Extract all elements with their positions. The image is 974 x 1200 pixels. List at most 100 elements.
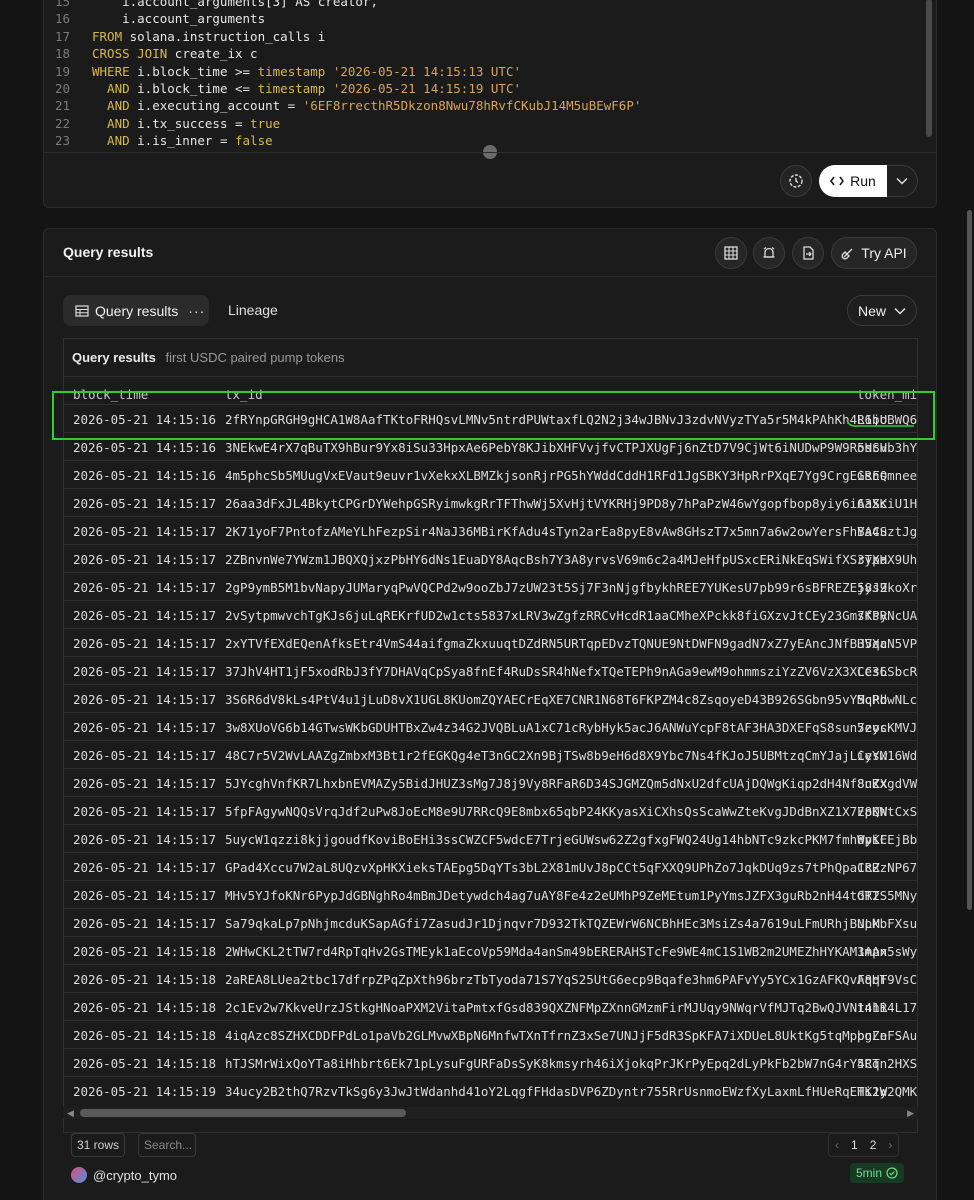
code-line: 15 i.account_arguments[3] AS creator, bbox=[44, 0, 924, 10]
cell-block-time: 2026-05-21 14:15:17 bbox=[73, 524, 216, 539]
cell-tx-id: 48C7r5V2WvLAAZgZmbxM3Bt1r2fEGKQg4eT3nGC2… bbox=[225, 748, 888, 763]
cell-tx-id: 2WHwCKL2tTW7rd4RpTqHv2GsTMEyk1aEcoVp59Md… bbox=[225, 944, 888, 959]
results-search-input[interactable]: Search... bbox=[138, 1133, 196, 1157]
table-row[interactable]: 2026-05-21 14:15:18 2c1Ev2w7KkveUrzJStkgH… bbox=[64, 992, 917, 1020]
table-icon bbox=[75, 304, 89, 317]
table-row[interactable]: 2026-05-21 14:15:17 2ZBnvnWe7YWzm1JBQXQjx… bbox=[64, 544, 917, 572]
cell-block-time: 2026-05-21 14:15:17 bbox=[73, 580, 216, 595]
table-row[interactable]: 2026-05-21 14:15:17 26aa3dFxJL4BkytCPGrDY… bbox=[64, 488, 917, 516]
table-row[interactable]: 2026-05-21 14:15:17 2vSytpmwvchTgKJs6juLq… bbox=[64, 600, 917, 628]
horizontal-scroll-thumb[interactable] bbox=[80, 1109, 406, 1117]
code-token: AND bbox=[92, 80, 138, 96]
code-token: i.is_inner = bbox=[137, 133, 235, 149]
code-token: AND bbox=[92, 133, 138, 149]
table-row[interactable]: 2026-05-21 14:15:18 4iqAzc8SZHXCDDFPdLo1p… bbox=[64, 1020, 917, 1048]
table-row[interactable]: 2026-05-21 14:15:17 48C7r5V2WvLAAZgZmbxM3… bbox=[64, 740, 917, 768]
code-token: i.tx_success = bbox=[137, 115, 251, 131]
cell-tx-id: hTJSMrWixQoYTa8iHhbrt6Ek71pLysuFgURFaDsS… bbox=[225, 1056, 880, 1071]
cell-block-time: 2026-05-21 14:15:17 bbox=[73, 888, 216, 903]
next-page-icon[interactable]: › bbox=[888, 1138, 892, 1152]
scroll-right-icon[interactable]: ▶ bbox=[907, 1108, 914, 1119]
line-number: 20 bbox=[54, 80, 70, 96]
code-token: solana.instruction_calls i bbox=[129, 28, 326, 44]
cell-block-time: 2026-05-21 14:15:17 bbox=[73, 748, 216, 763]
new-visualization-button[interactable]: New bbox=[847, 295, 917, 326]
cell-block-time: 2026-05-21 14:15:18 bbox=[73, 944, 216, 959]
export-button[interactable] bbox=[792, 237, 824, 269]
code-token: create_ix c bbox=[174, 46, 258, 62]
page-1[interactable]: 1 bbox=[851, 1138, 858, 1152]
cell-block-time: 2026-05-21 14:15:17 bbox=[73, 608, 216, 623]
cell-tx-id: 2xYTVfEXdEQenAfksEtr4VmS44aifgmaZkxuuqtD… bbox=[225, 636, 888, 651]
table-row[interactable]: 2026-05-21 14:15:18 2WHwCKL2tTW7rd4RpTqHv… bbox=[64, 936, 917, 964]
tab-query-results[interactable]: Query results ··· bbox=[63, 295, 209, 326]
chevron-down-icon bbox=[896, 177, 908, 185]
table-row[interactable]: 2026-05-21 14:15:17 2xYTVfEXdEQenAfksEtr4… bbox=[64, 628, 917, 656]
table-caption-subtitle: first USDC paired pump tokens bbox=[165, 350, 345, 365]
scroll-left-icon[interactable]: ◀ bbox=[67, 1108, 74, 1119]
cell-block-time: 2026-05-21 14:15:17 bbox=[73, 692, 216, 707]
code-text: AND i.executing_account = '6EF8rrecthR5D… bbox=[92, 97, 641, 114]
cell-block-time: 2026-05-21 14:15:17 bbox=[73, 804, 216, 819]
table-row[interactable]: 2026-05-21 14:15:18 2aREA8LUea2tbc17dfrpZ… bbox=[64, 964, 918, 992]
table-row[interactable]: 2026-05-21 14:15:17 3S6R6dV8kLs4PtV4u1jLu… bbox=[64, 684, 917, 712]
prev-page-icon[interactable]: ‹ bbox=[835, 1138, 839, 1152]
run-options-button[interactable] bbox=[887, 165, 918, 197]
cell-tx-id: 34ucy2B2thQ7RzvTkSg6y3JwJtWdanhd41oY2Lqg… bbox=[225, 1084, 888, 1099]
page-scrollbar[interactable] bbox=[967, 210, 972, 910]
code-text: AND i.block_time <= timestamp '2026-05-2… bbox=[92, 80, 521, 97]
table-row[interactable]: 2026-05-21 14:15:17 2gP9ymB5M1bvNapyJUMar… bbox=[64, 572, 918, 600]
tab-more-icon[interactable]: ··· bbox=[188, 303, 205, 319]
table-row[interactable]: 2026-05-21 14:15:17 5uycW1qzzi8kjjgoudfKo… bbox=[64, 824, 917, 852]
sql-editor[interactable]: 15 i.account_arguments[3] AS creator, 16 … bbox=[44, 0, 924, 153]
cell-token-mint: jyJZkoXrC bbox=[857, 580, 918, 595]
code-token: AND bbox=[92, 98, 138, 114]
table-row[interactable]: 2026-05-21 14:15:17 3w8XUoVG6b14GTwsWKbGD… bbox=[64, 712, 918, 740]
code-line: 22 AND i.tx_success = true bbox=[44, 115, 924, 132]
cell-tx-id: 2vSytpmwvchTgKJs6juLqREKrfUD2w1cts5837xL… bbox=[225, 608, 888, 623]
query-history-button[interactable] bbox=[780, 165, 812, 197]
cell-token-mint: A8HT9VsCy bbox=[857, 972, 918, 987]
table-row[interactable]: 2026-05-21 14:15:17 2K71yoF7PntofzAMeYLhF… bbox=[64, 516, 917, 544]
table-row[interactable]: 2026-05-21 14:15:19 34ucy2B2thQ7RzvTkSg6y… bbox=[64, 1076, 917, 1104]
run-button-label: Run bbox=[850, 173, 876, 189]
table-row[interactable]: 2026-05-21 14:15:18 hTJSMrWixQoYTa8iHhbrt… bbox=[64, 1048, 917, 1076]
code-token: i.account_arguments bbox=[92, 11, 266, 27]
author[interactable]: @crypto_tymo bbox=[71, 1165, 177, 1185]
cell-tx-id: 2aREA8LUea2tbc17dfrpZPqZpXth96brzTbTyoda… bbox=[225, 972, 888, 987]
try-api-button[interactable]: Try API bbox=[831, 237, 917, 269]
table-row[interactable]: 2026-05-21 14:15:17 37JhV4HT1jF5xodRbJ3fY… bbox=[64, 656, 918, 684]
table-row[interactable]: 2026-05-21 14:15:17 Sa79qkaLp7pNhjmcduKSa… bbox=[64, 908, 917, 936]
editor-scrollbar[interactable] bbox=[926, 0, 932, 137]
table-caption-title: Query results bbox=[72, 350, 156, 365]
table-body: 2026-05-21 14:15:16 2fRYnpGRGH9gHCA1W8Aaf… bbox=[64, 404, 918, 1104]
cell-tx-id: 4iqAzc8SZHXCDDFPdLo1paVb2GLMvwXBpN6MnfwT… bbox=[225, 1028, 888, 1043]
code-token: >= bbox=[235, 63, 251, 79]
cell-token-mint: 5zysKMVJ5 bbox=[857, 720, 918, 735]
code-line: 19 WHERE i.block_time >= timestamp '2026-… bbox=[44, 63, 924, 80]
table-row[interactable]: 2026-05-21 14:15:17 MHv5YJfoKNr6PypJdGBNg… bbox=[64, 880, 917, 908]
author-handle[interactable]: @crypto_tymo bbox=[93, 1168, 177, 1183]
page-2[interactable]: 2 bbox=[870, 1138, 877, 1152]
cell-block-time: 2026-05-21 14:15:16 bbox=[73, 440, 216, 455]
table-row[interactable]: 2026-05-21 14:15:17 5JYcghVnfKR7LhxbnEVMA… bbox=[64, 768, 917, 796]
table-row[interactable]: 2026-05-21 14:15:17 5fpFAgywNQQsVrqJdf2uP… bbox=[64, 796, 917, 824]
cell-block-time: 2026-05-21 14:15:17 bbox=[73, 776, 216, 791]
cell-tx-id: MHv5YJfoKNr6PypJdGBNghRo4mBmJDetywdch4ag… bbox=[225, 888, 880, 903]
tab-lineage[interactable]: Lineage bbox=[228, 302, 278, 318]
code-token: FROM bbox=[92, 28, 130, 44]
cell-tx-id: 4m5phcSb5MUugVxEVaut9euvr1vXekxXLBMZkjso… bbox=[225, 468, 888, 483]
line-number: 23 bbox=[54, 133, 70, 149]
new-button-label: New bbox=[857, 302, 886, 319]
table-view-button[interactable] bbox=[715, 237, 747, 269]
table-row[interactable]: 2026-05-21 14:15:17 GPad4Xccu7W2aL8UQzvXp… bbox=[64, 852, 917, 880]
code-token: i.block_time bbox=[137, 63, 235, 79]
table-row[interactable]: 2026-05-21 14:15:16 4m5phcSb5MUugVxEVaut9… bbox=[64, 460, 917, 488]
cell-block-time: 2026-05-21 14:15:17 bbox=[73, 832, 216, 847]
cell-token-mint: Ce36SbcRA bbox=[857, 664, 918, 679]
cell-block-time: 2026-05-21 14:15:18 bbox=[73, 972, 216, 987]
horizontal-scrollbar[interactable]: ◀ ▶ bbox=[63, 1107, 918, 1119]
alert-button[interactable] bbox=[753, 237, 785, 269]
run-button[interactable]: Run bbox=[819, 165, 887, 197]
cell-tx-id: 2K71yoF7PntofzAMeYLhFezpSir4NaJ36MBirKfA… bbox=[225, 524, 888, 539]
